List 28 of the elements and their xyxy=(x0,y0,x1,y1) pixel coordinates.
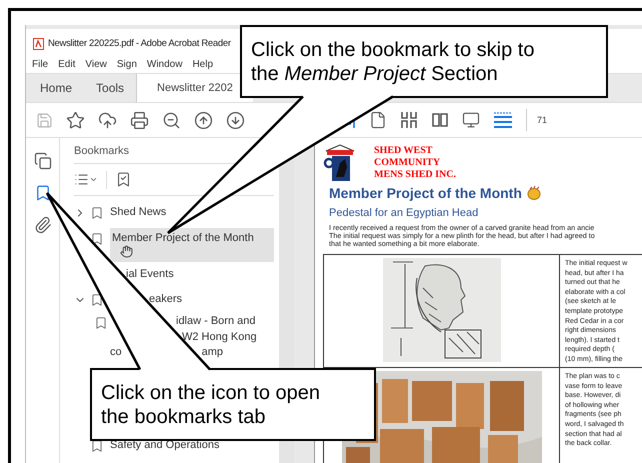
organisation-name: SHED WEST xyxy=(374,145,434,157)
tab[interactable]: Tools xyxy=(84,74,136,102)
menu-item[interactable]: View xyxy=(85,58,107,70)
organisation-name: MENS SHED INC. xyxy=(374,169,456,181)
window-title: Newslitter 220225.pdf - Adobe Acrobat Reader xyxy=(48,38,231,49)
panel-title: Bookmarks xyxy=(74,144,130,157)
menu-item[interactable]: Window xyxy=(146,58,182,70)
article-subheading: Pedestal for an Egyptian Head xyxy=(328,207,480,219)
organisation-name: COMMUNITY xyxy=(374,157,442,169)
bookmark-text[interactable]: W2 Hong Kong xyxy=(182,330,257,345)
menu-item[interactable]: File xyxy=(32,58,48,70)
bookmark-item[interactable]: Safety and Operations xyxy=(110,439,274,451)
bookmark-text[interactable]: amp xyxy=(202,345,224,360)
callout-text: Click on the icon to open xyxy=(101,380,322,404)
tab[interactable]: Newslitter 2202 xyxy=(136,74,253,102)
menu-item[interactable]: Edit xyxy=(58,58,76,70)
menu-item[interactable]: Sign xyxy=(116,58,137,70)
bookmark-item[interactable]: Member Project of the Month xyxy=(110,228,274,262)
zoom-value[interactable]: 71 xyxy=(537,115,548,125)
callout-text: the Member Project Section xyxy=(251,62,499,86)
bookmark-item[interactable]: Shed News xyxy=(110,206,274,218)
menu-item[interactable]: Help xyxy=(192,58,214,70)
callout-text: the bookmarks tab xyxy=(101,404,267,428)
tab[interactable]: Home xyxy=(26,74,84,102)
article-heading: Member Project of the Month xyxy=(329,185,522,201)
bookmark-text[interactable]: idlaw - Born and xyxy=(176,314,256,330)
callout-text: Click on the bookmark to skip to xyxy=(251,38,536,62)
bookmark-text[interactable]: co xyxy=(110,345,122,360)
